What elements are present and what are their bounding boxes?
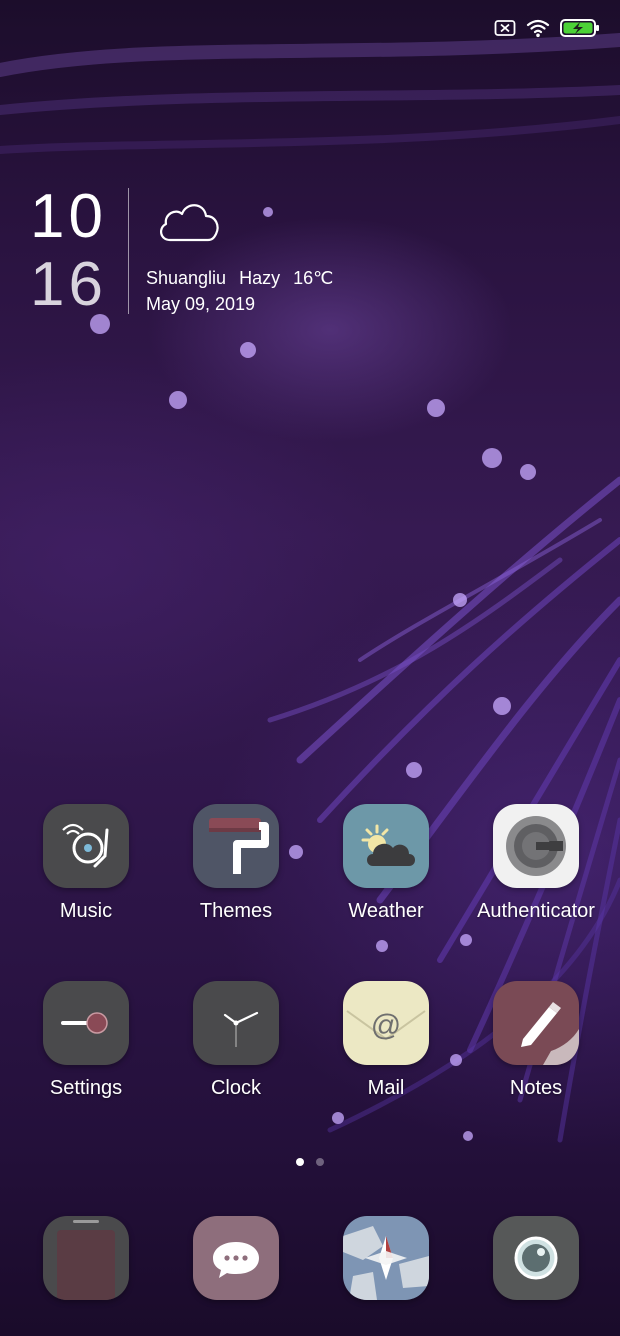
sun-cloud-icon (343, 804, 429, 888)
clock-hour: 10 (30, 182, 107, 251)
app-label: Authenticator (477, 900, 595, 922)
clock-face-icon (193, 981, 279, 1065)
app-notes[interactable]: Notes (461, 981, 611, 1100)
widget-divider (128, 188, 129, 314)
envelope-at-icon: @ (343, 981, 429, 1065)
app-authenticator[interactable]: Authenticator (461, 804, 611, 923)
weather-temperature: 16℃ (293, 268, 334, 288)
compass-browser-icon (343, 1216, 429, 1300)
date-text: May 09, 2019 (146, 294, 256, 314)
status-bar (494, 16, 600, 40)
app-label: Themes (199, 900, 273, 922)
app-label: Clock (210, 1077, 261, 1099)
clock-minute: 16 (30, 250, 107, 319)
app-clock[interactable]: Clock (161, 981, 311, 1100)
dock-camera[interactable] (461, 1216, 611, 1300)
app-settings[interactable]: Settings (11, 981, 161, 1100)
no-sim-icon (494, 20, 516, 36)
app-label: Music (59, 900, 113, 922)
app-weather[interactable]: Weather (311, 804, 461, 923)
weather-location: Shuangliu (146, 268, 227, 288)
battery-charging-icon (560, 19, 599, 37)
app-label: Weather (348, 900, 424, 922)
app-label: Settings (49, 1077, 123, 1099)
pencil-icon (493, 981, 579, 1065)
weather-line: Shuangliu Hazy 16℃ (146, 268, 341, 289)
music-turntable-icon (43, 804, 129, 888)
phone-icon (43, 1216, 129, 1300)
app-label: Mail (367, 1077, 405, 1099)
dock-messages[interactable] (161, 1216, 311, 1300)
app-music[interactable]: Music (11, 804, 161, 923)
weather-condition: Hazy (239, 268, 281, 288)
dock-browser[interactable] (311, 1216, 461, 1300)
wifi-icon (526, 19, 550, 38)
messages-icon (193, 1216, 279, 1300)
app-themes[interactable]: Themes (161, 804, 311, 923)
page-dot-1[interactable] (296, 1158, 304, 1166)
authenticator-g-icon (493, 804, 579, 888)
toggle-switch-icon (43, 981, 129, 1065)
camera-icon (493, 1216, 579, 1300)
svg-text:@: @ (371, 1009, 401, 1042)
app-mail[interactable]: @ Mail (311, 981, 461, 1100)
page-indicator[interactable] (0, 1158, 620, 1166)
dock-phone[interactable] (11, 1216, 161, 1300)
app-label: Notes (509, 1077, 563, 1099)
cloud-icon (160, 204, 219, 242)
page-dot-2[interactable] (316, 1158, 324, 1166)
paint-roller-icon (193, 804, 279, 888)
